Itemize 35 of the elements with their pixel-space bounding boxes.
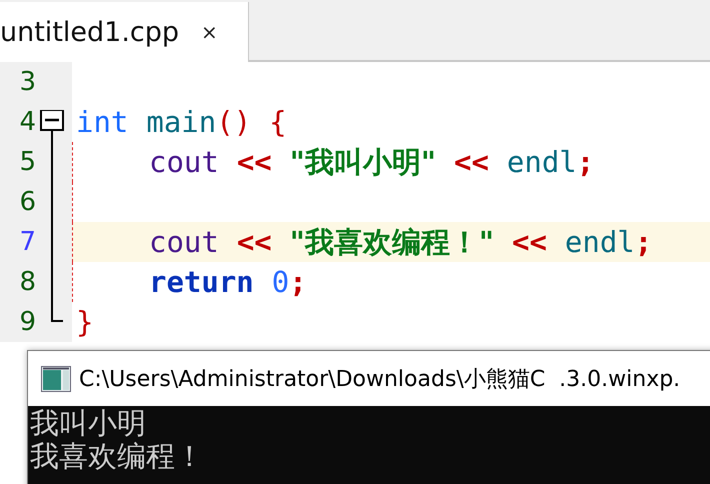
string-literal: "我喜欢编程！" [288, 225, 494, 259]
operator: << [510, 225, 547, 259]
keyword: return [149, 265, 254, 299]
operator: << [236, 225, 272, 259]
identifier: cout [149, 225, 219, 259]
console-title: C:\Users\Administrator\Downloads\小熊猫C .3.0.winxp. [79, 366, 680, 394]
function-name: endl [564, 225, 635, 259]
operator: ; [576, 145, 594, 179]
punctuation: } [76, 305, 94, 339]
type-keyword: int [76, 105, 128, 139]
line-number: 4 [18, 106, 36, 139]
collapse-icon[interactable] [40, 110, 64, 142]
punctuation: () [216, 105, 252, 139]
function-name: endl [506, 145, 577, 179]
console-app-icon [41, 366, 71, 392]
punctuation: { [268, 105, 287, 139]
console-output-line: 我叫小明 [30, 408, 147, 441]
console-output-line: 我喜欢编程！ [30, 441, 205, 474]
line-number: 9 [18, 306, 36, 339]
line-number: 8 [18, 266, 36, 299]
line-number: 7 [18, 226, 36, 259]
function-name: main [145, 105, 216, 139]
identifier: cout [149, 145, 219, 179]
number-literal: 0 [270, 265, 290, 299]
operator: ; [634, 225, 652, 259]
tab-label: untitled1.cpp [0, 16, 180, 48]
operator: << [452, 145, 489, 179]
line-number: 5 [18, 146, 36, 179]
close-icon[interactable]: × [201, 20, 218, 44]
operator: ; [289, 265, 307, 299]
string-literal: "我叫小明" [288, 145, 436, 179]
line-number: 3 [18, 66, 36, 99]
line-number: 6 [18, 186, 36, 219]
file-tab[interactable]: untitled1.cpp × [0, 2, 249, 62]
operator: << [236, 145, 272, 179]
